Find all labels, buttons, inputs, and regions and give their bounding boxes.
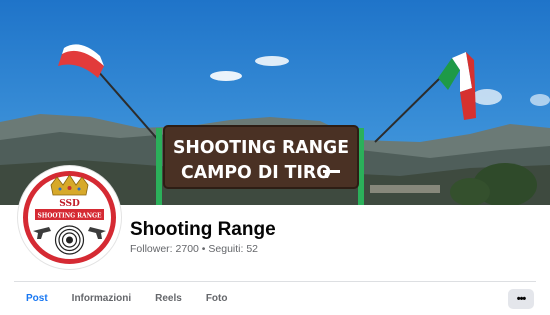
tab-foto[interactable]: Foto — [194, 287, 240, 311]
more-dots-icon: ••• — [516, 293, 527, 305]
profile-tabs: Post Informazioni Reels Foto — [14, 287, 239, 311]
tab-post[interactable]: Post — [14, 287, 60, 311]
profile-avatar[interactable]: SSD SHOOTING RANGE — [18, 166, 121, 269]
page-title: Shooting Range — [130, 219, 276, 240]
logo-line-1: SSD — [59, 199, 80, 209]
logo-line-2: SHOOTING RANGE — [38, 213, 102, 220]
sign-line-1: SHOOTING RANGE — [173, 137, 349, 158]
target-icon — [54, 225, 85, 255]
follower-stats[interactable]: Follower: 2700 • Seguiti: 52 — [130, 243, 258, 255]
tab-reels[interactable]: Reels — [143, 287, 194, 311]
divider — [14, 281, 536, 282]
sign-line-2: CAMPO DI TIRO — [181, 162, 331, 183]
tab-informazioni[interactable]: Informazioni — [60, 287, 143, 311]
more-options-button[interactable]: ••• — [508, 289, 534, 309]
crown-icon — [50, 174, 89, 196]
